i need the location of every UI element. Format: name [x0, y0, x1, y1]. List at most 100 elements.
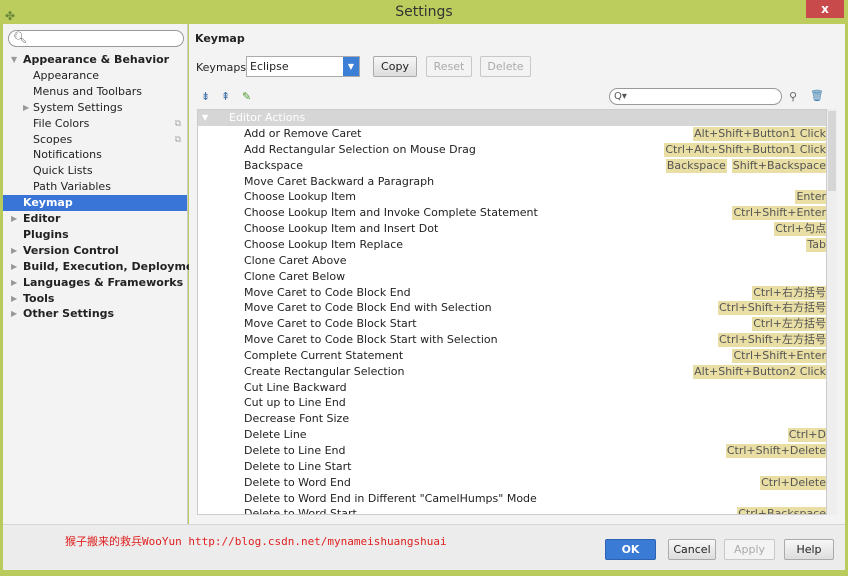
sidebar-item[interactable]: Path Variables	[3, 179, 187, 195]
sidebar-item-label: Scopes	[33, 132, 73, 146]
action-row[interactable]: Move Caret to Code Block Start Ctrl+左方括号	[198, 316, 826, 332]
filter-search-input[interactable]: Q▾	[609, 88, 782, 105]
keymap-tree: ▼ Editor Actions Add or Remove Caret Alt+S…	[197, 109, 827, 515]
sidebar-item[interactable]: Quick Lists	[3, 163, 187, 179]
action-row[interactable]: Choose Lookup Item Replace Tab	[198, 237, 826, 253]
sidebar-item[interactable]: ▶ Other Settings	[3, 306, 187, 322]
trash-icon[interactable]: 🗑︎	[810, 89, 824, 102]
action-name: Create Rectangular Selection	[244, 364, 405, 378]
shortcut-badge: Ctrl+Backspace	[737, 507, 826, 514]
reset-button[interactable]: Reset	[426, 56, 472, 77]
action-row[interactable]: Choose Lookup Item and Insert Dot Ctrl+句点	[198, 221, 826, 237]
action-row[interactable]: Move Caret to Code Block End with Select…	[198, 300, 826, 316]
shortcut-badge: Tab	[806, 237, 826, 252]
action-row[interactable]: Backspace Backspace Shift+Backspace	[198, 158, 826, 174]
action-row[interactable]: Choose Lookup Item and Invoke Complete S…	[198, 205, 826, 221]
sidebar-item-label: Notifications	[33, 148, 102, 162]
edit-pencil-icon[interactable]: ✎	[242, 90, 251, 103]
dialog-footer: 猴子搬来的救兵WooYun http://blog.csdn.net/mynam…	[3, 524, 845, 570]
title-bar: ✤ Settings x	[0, 0, 848, 24]
cancel-button[interactable]: Cancel	[668, 539, 716, 560]
collapsed-arrow-icon[interactable]: ▶	[11, 259, 17, 275]
close-button[interactable]: x	[806, 0, 844, 18]
action-row[interactable]: Choose Lookup Item Enter	[198, 189, 826, 205]
action-row[interactable]: Clone Caret Below	[198, 269, 826, 285]
watermark-text: 猴子搬来的救兵WooYun http://blog.csdn.net/mynam…	[65, 535, 447, 548]
delete-button[interactable]: Delete	[480, 56, 531, 77]
expand-arrow-icon[interactable]: ▼	[11, 52, 17, 68]
action-row[interactable]: Cut Line Backward	[198, 380, 826, 396]
sidebar-item-label: Menus and Toolbars	[33, 84, 142, 98]
collapsed-arrow-icon[interactable]: ▶	[11, 243, 17, 259]
sidebar-item[interactable]: Notifications	[3, 147, 187, 163]
action-name: Delete to Word End	[244, 475, 351, 489]
shortcut-badge: Backspace	[665, 158, 727, 173]
action-row[interactable]: Add Rectangular Selection on Mouse Drag C…	[198, 142, 826, 158]
sidebar-item[interactable]: Keymap	[3, 195, 187, 212]
action-name: Move Caret to Code Block End	[244, 285, 411, 299]
sidebar-item[interactable]: Appearance	[3, 68, 187, 84]
ok-button[interactable]: OK	[605, 539, 656, 560]
action-name: Choose Lookup Item Replace	[244, 237, 404, 251]
settings-search-input[interactable]: 🔍︎	[8, 30, 184, 47]
collapsed-arrow-icon[interactable]: ▶	[11, 275, 17, 291]
action-row[interactable]: Decrease Font Size	[198, 411, 826, 427]
shortcut-badge: Ctrl+Shift+Delete	[725, 444, 826, 458]
sidebar-item-label: Editor	[23, 212, 61, 225]
action-row[interactable]: Create Rectangular Selection Alt+Shift+Bu…	[198, 364, 826, 380]
page-title: Keymap	[195, 32, 245, 45]
collapsed-arrow-icon[interactable]: ▶	[23, 100, 29, 116]
action-row[interactable]: Add or Remove Caret Alt+Shift+Button1 Cli…	[198, 126, 826, 142]
window-title: Settings	[395, 4, 453, 20]
sidebar-item-label: Path Variables	[33, 180, 111, 194]
sidebar-item[interactable]: ▶ Tools	[3, 291, 187, 307]
sidebar-item[interactable]: ▶ Languages & Frameworks	[3, 275, 187, 291]
sidebar-item[interactable]: ▶ Version Control	[3, 243, 187, 259]
find-shortcut-icon[interactable]: ⚲	[789, 90, 797, 103]
sidebar-item[interactable]: File Colors ⧉	[3, 116, 187, 132]
action-row[interactable]: Delete Line Ctrl+D	[198, 427, 826, 443]
action-row[interactable]: Complete Current Statement Ctrl+Shift+Ent…	[198, 348, 826, 364]
sidebar-item[interactable]: Menus and Toolbars	[3, 84, 187, 100]
action-row[interactable]: Cut up to Line End	[198, 395, 826, 411]
action-row[interactable]: Delete to Line End Ctrl+Shift+Delete	[198, 443, 826, 459]
expand-all-icon[interactable]: ⇟	[201, 90, 210, 103]
sidebar-item[interactable]: ▼ Appearance & Behavior	[3, 52, 187, 68]
copy-button[interactable]: Copy	[373, 56, 417, 77]
action-row[interactable]: Clone Caret Above	[198, 253, 826, 269]
action-row[interactable]: Move Caret Backward a Paragraph	[198, 174, 826, 190]
help-button[interactable]: Help	[784, 539, 834, 560]
action-name: Cut Line Backward	[244, 380, 347, 394]
chevron-down-icon[interactable]: ▼	[343, 57, 359, 76]
action-name: Decrease Font Size	[244, 412, 350, 426]
keymap-select[interactable]: Eclipse ▼	[246, 56, 360, 77]
action-row[interactable]: Move Caret to Code Block Start with Sele…	[198, 332, 826, 348]
sidebar-item[interactable]: ▶ Editor	[3, 211, 187, 227]
scrollbar[interactable]	[827, 109, 837, 515]
collapse-all-icon[interactable]: ⇞	[221, 90, 230, 103]
sidebar-item[interactable]: ▶ Build, Execution, Deployment	[3, 259, 206, 275]
shortcut-badge: Alt+Shift+Button2 Click	[693, 364, 826, 379]
sidebar-item[interactable]: Plugins	[3, 227, 187, 243]
tree-group-row[interactable]: ▼ Editor Actions	[198, 110, 826, 126]
collapsed-arrow-icon[interactable]: ▶	[11, 291, 17, 307]
collapsed-arrow-icon[interactable]: ▶	[11, 211, 17, 227]
shortcut-badge: Alt+Shift+Button1 Click	[693, 127, 826, 141]
action-name: Choose Lookup Item and Invoke Complete S…	[244, 206, 538, 220]
sidebar: 🔍︎ ▼ Appearance & Behavior Appearance Menus…	[3, 24, 206, 524]
action-row[interactable]: Delete to Word Start Ctrl+Backspace	[198, 506, 826, 514]
sidebar-item-label: Appearance & Behavior	[23, 53, 170, 66]
action-row[interactable]: Delete to Word End in Different "CamelHu…	[198, 491, 826, 507]
action-row[interactable]: Delete to Word End Ctrl+Delete	[198, 475, 826, 491]
action-row[interactable]: Move Caret to Code Block End Ctrl+右方括号	[198, 285, 826, 301]
scrollbar-thumb[interactable]	[828, 111, 836, 191]
action-row[interactable]: Delete to Line Start	[198, 459, 826, 475]
sidebar-item[interactable]: Scopes ⧉	[3, 132, 187, 148]
apply-button[interactable]: Apply	[724, 539, 775, 560]
shortcut-badge: Ctrl+右方括号	[752, 285, 826, 300]
sidebar-item[interactable]: ▶ System Settings	[3, 100, 187, 116]
collapsed-arrow-icon[interactable]: ▶	[11, 306, 17, 322]
shortcut-badge: Ctrl+Shift+右方括号	[717, 301, 826, 316]
action-name: Delete to Line End	[244, 444, 346, 457]
action-name: Delete Line	[244, 428, 307, 442]
